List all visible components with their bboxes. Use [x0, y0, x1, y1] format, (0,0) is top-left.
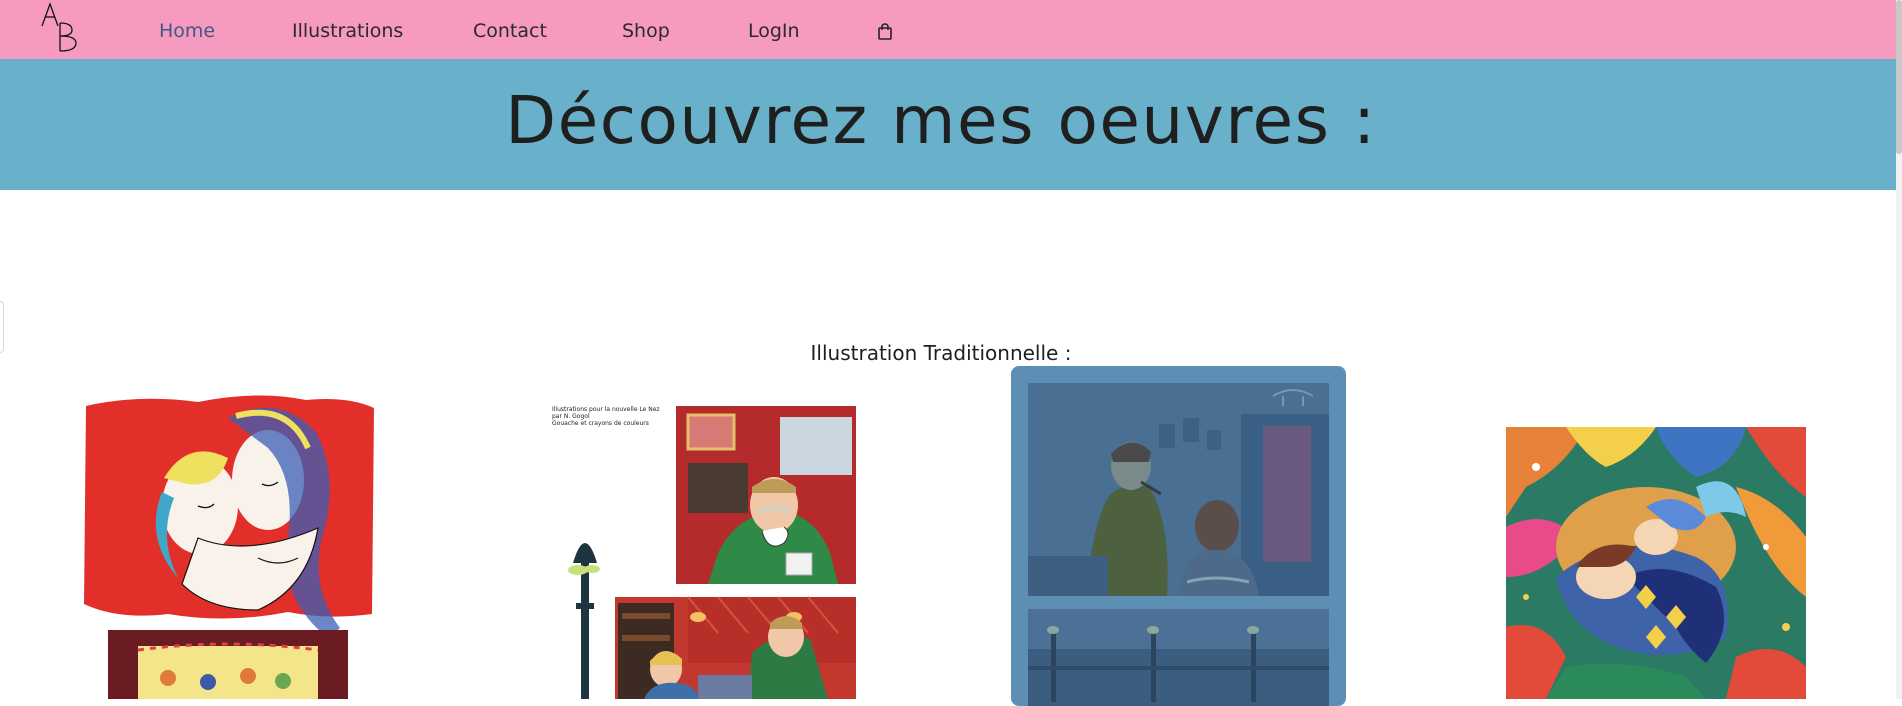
scrollbar[interactable] [1896, 0, 1902, 699]
logo[interactable] [38, 1, 84, 55]
nav-contact[interactable]: Contact [473, 20, 547, 42]
nav-home[interactable]: Home [159, 20, 215, 42]
scrollbar-thumb[interactable] [1896, 0, 1902, 154]
top-nav: Home Illustrations Contact Shop LogIn [0, 0, 1902, 59]
shopping-bag-icon[interactable] [877, 23, 893, 40]
section-title: Illustration Traditionnelle : [810, 341, 1072, 365]
artwork-couple-red[interactable] [78, 388, 378, 699]
hero-banner: Découvrez mes oeuvres : [0, 59, 1902, 190]
nav-login[interactable]: LogIn [748, 20, 800, 42]
page-title: Découvrez mes oeuvres : [505, 82, 1377, 159]
nav-illustrations[interactable]: Illustrations [292, 20, 403, 42]
artwork-le-nez[interactable]: Illustrations pour la nouvelle Le Nez pa… [548, 403, 858, 699]
artwork-card-hovered[interactable] [1011, 366, 1346, 706]
nav-shop[interactable]: Shop [622, 20, 670, 42]
artwork-colorful-sea[interactable] [1506, 427, 1806, 699]
